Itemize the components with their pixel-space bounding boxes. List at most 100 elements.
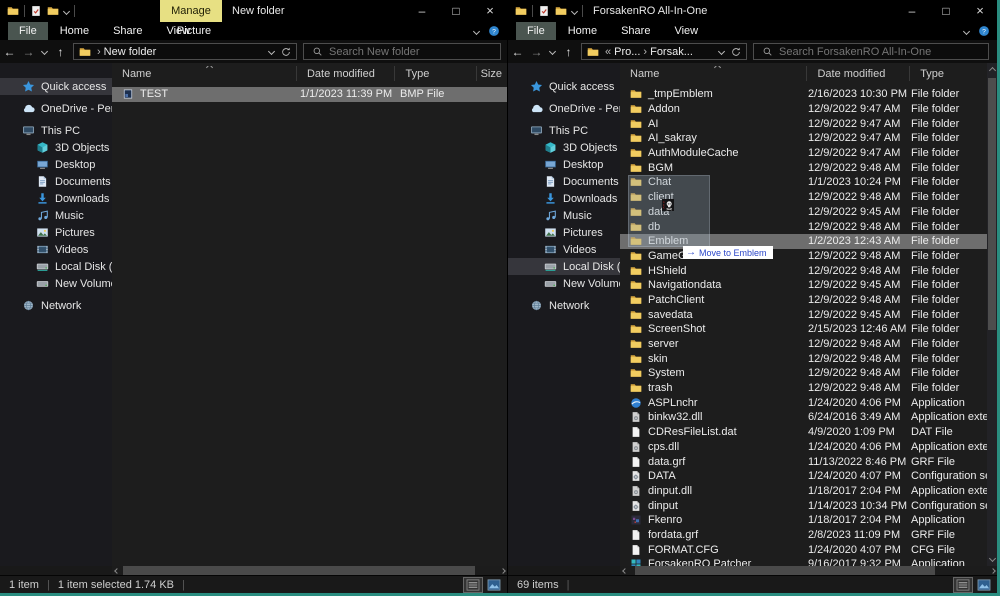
- file-row-server[interactable]: server12/9/2022 9:48 AMFile folder: [620, 337, 987, 352]
- sidebar-item-documents[interactable]: Documents: [508, 173, 620, 190]
- column-header-size[interactable]: Size: [477, 66, 507, 81]
- scrollbar-thumb[interactable]: [635, 566, 935, 575]
- scroll-left-arrow-icon[interactable]: [620, 566, 629, 575]
- forward-button[interactable]: →: [527, 45, 546, 59]
- tab-picture-tools[interactable]: Picture Tools: [158, 22, 230, 40]
- customize-toolbar-chevron-icon[interactable]: [571, 7, 578, 14]
- scroll-up-arrow-icon[interactable]: [988, 67, 995, 74]
- customize-toolbar-chevron-icon[interactable]: [63, 7, 70, 14]
- file-row-cdresfilelist-dat[interactable]: CDResFileList.dat4/9/2020 1:09 PMDAT Fil…: [620, 425, 987, 440]
- file-row-navigationdata[interactable]: Navigationdata12/9/2022 9:45 AMFile fold…: [620, 278, 987, 293]
- help-icon[interactable]: ?: [488, 25, 500, 37]
- file-row-addon[interactable]: Addon12/9/2022 9:47 AMFile folder: [620, 102, 987, 117]
- maximize-button[interactable]: □: [929, 0, 963, 22]
- scroll-right-arrow-icon[interactable]: [498, 566, 507, 575]
- sidebar-item-quick-access[interactable]: Quick access: [0, 78, 112, 95]
- file-row-ai-sakray[interactable]: AI_sakray12/9/2022 9:47 AMFile folder: [620, 131, 987, 146]
- file-row-system[interactable]: System12/9/2022 9:48 AMFile folder: [620, 366, 987, 381]
- column-header-date-modified[interactable]: Date modified: [807, 66, 910, 81]
- recent-locations-button[interactable]: [546, 49, 559, 54]
- sidebar-item-this-pc[interactable]: This PC: [0, 122, 112, 139]
- collapse-ribbon-icon[interactable]: [963, 27, 970, 34]
- sidebar-item-videos[interactable]: Videos: [508, 241, 620, 258]
- sidebar-item-3d-objects[interactable]: 3D Objects: [508, 139, 620, 156]
- file-row-test[interactable]: TEST1/1/2023 11:39 PMBMP File: [112, 87, 507, 102]
- search-input[interactable]: [779, 46, 988, 58]
- sidebar-item-network[interactable]: Network: [508, 297, 620, 314]
- sidebar-item-network[interactable]: Network: [0, 297, 112, 314]
- file-row-ai[interactable]: AI12/9/2022 9:47 AMFile folder: [620, 116, 987, 131]
- file-row-patchclient[interactable]: PatchClient12/9/2022 9:48 AMFile folder: [620, 293, 987, 308]
- file-row-bgm[interactable]: BGM12/9/2022 9:48 AMFile folder: [620, 160, 987, 175]
- properties-icon[interactable]: [538, 5, 550, 17]
- folder-icon[interactable]: [7, 5, 19, 17]
- file-row-hshield[interactable]: HShield12/9/2022 9:48 AMFile folder: [620, 263, 987, 278]
- scroll-down-arrow-icon[interactable]: [988, 555, 995, 562]
- refresh-icon[interactable]: [730, 46, 742, 58]
- sidebar-item-local-disk-c[interactable]: Local Disk (C:): [508, 258, 620, 275]
- file-row-forsakenro-patcher[interactable]: ForsakenRO Patcher9/16/2017 9:32 PMAppli…: [620, 557, 987, 566]
- scrollbar-thumb[interactable]: [123, 566, 475, 575]
- minimize-button[interactable]: –: [405, 0, 439, 22]
- address-bar[interactable]: › New folder: [73, 43, 297, 60]
- sidebar-item-desktop[interactable]: Desktop: [0, 156, 112, 173]
- file-row-tmpemblem[interactable]: _tmpEmblem2/16/2023 10:30 PMFile folder: [620, 87, 987, 102]
- sidebar-item-documents[interactable]: Documents: [0, 173, 112, 190]
- column-header-name[interactable]: Name: [620, 66, 807, 81]
- recent-locations-button[interactable]: [38, 49, 51, 54]
- forward-button[interactable]: →: [19, 45, 38, 59]
- file-row-dinput[interactable]: dinput1/14/2023 10:34 PMConfiguration se…: [620, 498, 987, 513]
- breadcrumb-overflow-icon[interactable]: «: [605, 46, 611, 58]
- close-button[interactable]: ×: [963, 0, 997, 22]
- file-row-data-grf[interactable]: data.grf11/13/2022 8:46 PMGRF File: [620, 454, 987, 469]
- sidebar-item-pictures[interactable]: Pictures: [0, 224, 112, 241]
- breadcrumb-crumb[interactable]: New folder: [104, 46, 157, 58]
- search-input[interactable]: [329, 46, 500, 58]
- sidebar-item-quick-access[interactable]: Quick access: [508, 78, 620, 95]
- refresh-icon[interactable]: [280, 46, 292, 58]
- file-row-cps-dll[interactable]: cps.dll1/24/2020 4:06 PMApplication exte…: [620, 440, 987, 455]
- search-box[interactable]: [303, 43, 501, 60]
- file-row-format-cfg[interactable]: FORMAT.CFG1/24/2020 4:07 PMCFG File: [620, 542, 987, 557]
- tab-share[interactable]: Share: [609, 22, 662, 40]
- file-row-binkw32-dll[interactable]: binkw32.dll6/24/2016 3:49 AMApplication …: [620, 410, 987, 425]
- column-header-type[interactable]: Type: [395, 66, 477, 81]
- file-row-fordata-grf[interactable]: fordata.grf2/8/2023 11:09 PMGRF File: [620, 528, 987, 543]
- address-dropdown-icon[interactable]: [718, 48, 725, 55]
- file-row-trash[interactable]: trash12/9/2022 9:48 AMFile folder: [620, 381, 987, 396]
- file-row-screenshot[interactable]: ScreenShot2/15/2023 12:46 AMFile folder: [620, 322, 987, 337]
- properties-icon[interactable]: [30, 5, 42, 17]
- tab-file[interactable]: File: [516, 22, 556, 40]
- up-button[interactable]: ↑: [559, 45, 578, 59]
- scrollbar-thumb[interactable]: [988, 78, 996, 330]
- close-button[interactable]: ×: [473, 0, 507, 22]
- sidebar-item-3d-objects[interactable]: 3D Objects: [0, 139, 112, 156]
- details-view-button[interactable]: [954, 578, 972, 592]
- back-button[interactable]: ←: [0, 45, 19, 59]
- vertical-scrollbar[interactable]: [987, 63, 997, 566]
- new-folder-icon[interactable]: [47, 5, 59, 17]
- tab-file[interactable]: File: [8, 22, 48, 40]
- sidebar-item-videos[interactable]: Videos: [0, 241, 112, 258]
- folder-icon[interactable]: [515, 5, 527, 17]
- sidebar-item-downloads[interactable]: Downloads: [0, 190, 112, 207]
- maximize-button[interactable]: □: [439, 0, 473, 22]
- file-row-fkenro[interactable]: Fkenro1/18/2017 2:04 PMApplication: [620, 513, 987, 528]
- column-header-name[interactable]: Name: [112, 66, 297, 81]
- file-row-savedata[interactable]: savedata12/9/2022 9:45 AMFile folder: [620, 307, 987, 322]
- collapse-ribbon-icon[interactable]: [473, 27, 480, 34]
- sidebar-item-downloads[interactable]: Downloads: [508, 190, 620, 207]
- up-button[interactable]: ↑: [51, 45, 70, 59]
- file-row-asplnchr[interactable]: ASPLnchr1/24/2020 4:06 PMApplication: [620, 395, 987, 410]
- sidebar-item-onedrive-personal[interactable]: OneDrive - Personal: [0, 100, 112, 117]
- sidebar-item-new-volume-d[interactable]: New Volume (D:): [508, 275, 620, 292]
- column-header-type[interactable]: Type: [910, 66, 987, 81]
- sidebar-item-pictures[interactable]: Pictures: [508, 224, 620, 241]
- file-row-authmodulecache[interactable]: AuthModuleCache12/9/2022 9:47 AMFile fol…: [620, 146, 987, 161]
- search-box[interactable]: [753, 43, 989, 60]
- tab-home[interactable]: Home: [48, 22, 101, 40]
- horizontal-scrollbar[interactable]: [112, 566, 507, 575]
- scroll-right-arrow-icon[interactable]: [988, 566, 997, 575]
- thumbnail-view-button[interactable]: [975, 578, 993, 592]
- sidebar-item-onedrive-personal[interactable]: OneDrive - Personal: [508, 100, 620, 117]
